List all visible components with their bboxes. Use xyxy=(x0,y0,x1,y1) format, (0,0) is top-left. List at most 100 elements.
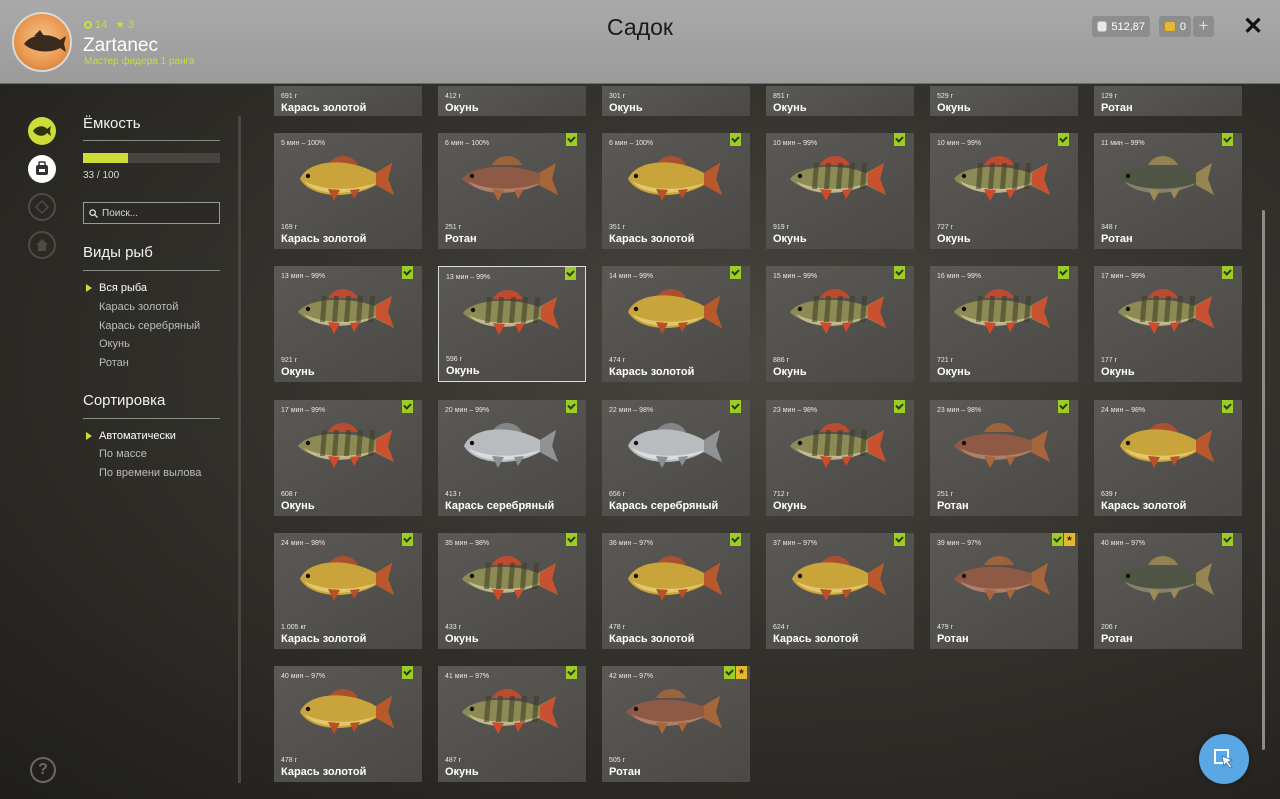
checkmark-icon xyxy=(1058,266,1069,279)
fish-card[interactable]: 39 мин – 97% ★ 479 г Ротан xyxy=(930,533,1078,649)
fish-card[interactable]: 37 мин – 97% 624 г Карась золотой xyxy=(766,533,914,649)
fish-image xyxy=(1118,556,1214,601)
fish-weight: 479 г xyxy=(937,624,954,631)
fish-name: Окунь xyxy=(445,102,479,114)
fish-name: Ротан xyxy=(937,633,969,645)
species-filter-golden-carp[interactable]: Карась золотой xyxy=(99,301,178,313)
gold-coin-icon xyxy=(1164,21,1176,32)
checkmark-icon xyxy=(1058,400,1069,413)
checkmark-icon xyxy=(402,400,413,413)
fish-card[interactable]: 17 мин – 99% 177 г Окунь xyxy=(1094,266,1242,382)
fish-weight: 487 г xyxy=(445,757,462,764)
fish-card[interactable]: 691 г Карась золотой xyxy=(274,86,422,116)
fish-catch-time: 6 мин – 100% xyxy=(445,140,490,147)
fish-card[interactable]: 6 мин – 100% 251 г Ротан xyxy=(438,133,586,249)
fish-weight: 301 г xyxy=(609,93,626,100)
fish-card[interactable]: 10 мин – 99% 919 г Окунь xyxy=(766,133,914,249)
fish-card[interactable]: 22 мин – 98% 656 г Карась серебряный xyxy=(602,400,750,516)
divider xyxy=(83,140,220,141)
fish-card[interactable]: 24 мин – 98% 639 г Карась золотой xyxy=(1094,400,1242,516)
fish-card[interactable]: 36 мин – 97% 478 г Карась золотой xyxy=(602,533,750,649)
fish-card[interactable]: 20 мин – 99% 413 г Карась серебряный xyxy=(438,400,586,516)
tackle-icon xyxy=(28,193,56,221)
fish-image xyxy=(1120,423,1214,468)
help-button[interactable]: ? xyxy=(30,757,56,783)
fish-card[interactable]: 10 мин – 99% 727 г Окунь xyxy=(930,133,1078,249)
fish-weight: 886 г xyxy=(773,357,790,364)
checkmark-icon xyxy=(1222,133,1233,146)
fish-card[interactable]: 11 мин – 99% 348 г Ротан xyxy=(1094,133,1242,249)
gold-value: 0 xyxy=(1179,20,1186,33)
fish-name: Окунь xyxy=(1101,366,1135,378)
page-title: Садок xyxy=(607,14,673,40)
species-filter-all[interactable]: Вся рыба xyxy=(99,282,147,294)
close-button[interactable]: ✕ xyxy=(1242,14,1264,40)
keepnet-fish-icon[interactable] xyxy=(28,117,56,145)
fish-catch-time: 40 мин – 97% xyxy=(1101,540,1146,547)
fish-catch-time: 14 мин – 99% xyxy=(609,273,654,280)
fish-card[interactable]: 14 мин – 99% 474 г Карась золотой xyxy=(602,266,750,382)
species-filter-perch[interactable]: Окунь xyxy=(99,338,130,350)
silver-coin-icon xyxy=(1097,21,1108,32)
fish-card[interactable]: 24 мин – 98% 1.005 кг Карась золотой xyxy=(274,533,422,649)
fish-name: Карась золотой xyxy=(609,233,695,245)
fish-image xyxy=(1118,289,1214,334)
fish-card[interactable]: 15 мин – 99% 886 г Окунь xyxy=(766,266,914,382)
fish-card[interactable]: 129 г Ротан xyxy=(1094,86,1242,116)
fish-weight: 921 г xyxy=(281,357,298,364)
sort-by-weight[interactable]: По массе xyxy=(99,448,147,460)
fish-catch-time: 11 мин – 99% xyxy=(1101,140,1145,147)
fish-card[interactable]: 301 г Окунь xyxy=(602,86,750,116)
scrollbar[interactable] xyxy=(1262,210,1265,750)
fish-catch-time: 13 мин – 99% xyxy=(446,274,491,281)
fish-card[interactable]: 16 мин – 99% 721 г Окунь xyxy=(930,266,1078,382)
fish-card[interactable]: 41 мин – 97% 487 г Окунь xyxy=(438,666,586,782)
fish-card[interactable]: 23 мин – 98% 712 г Окунь xyxy=(766,400,914,516)
species-filter-rotan[interactable]: Ротан xyxy=(99,357,129,369)
fish-image xyxy=(954,156,1050,201)
fish-card[interactable]: 42 мин – 97% ★ 505 г Ротан xyxy=(602,666,750,782)
fish-image xyxy=(790,289,886,334)
fish-card[interactable]: 35 мин – 98% 433 г Окунь xyxy=(438,533,586,649)
inventory-icon[interactable] xyxy=(28,155,56,183)
fish-card[interactable]: 5 мин – 100% 169 г Карась золотой xyxy=(274,133,422,249)
fish-image xyxy=(462,556,558,601)
fish-name: Карась золотой xyxy=(609,366,695,378)
search-input[interactable] xyxy=(102,207,212,219)
fish-image xyxy=(954,556,1050,601)
fish-catch-time: 36 мин – 97% xyxy=(609,540,654,547)
silver-value: 512,87 xyxy=(1111,20,1145,33)
checkmark-icon xyxy=(730,266,741,279)
fish-card[interactable]: 6 мин – 100% 351 г Карась золотой xyxy=(602,133,750,249)
checkmark-icon xyxy=(730,400,741,413)
fish-card[interactable]: 13 мин – 99% 596 г Окунь xyxy=(438,266,586,382)
fish-name: Ротан xyxy=(1101,102,1133,114)
add-currency-button[interactable]: + xyxy=(1193,16,1214,37)
checkmark-icon xyxy=(894,400,905,413)
fish-image xyxy=(628,156,722,201)
fish-card[interactable]: 40 мин – 97% 478 г Карась золотой xyxy=(274,666,422,782)
sort-auto[interactable]: Автоматически xyxy=(99,430,176,442)
fish-catch-time: 17 мин – 99% xyxy=(281,407,326,414)
fish-name: Карась золотой xyxy=(281,233,367,245)
cursor-mode-button[interactable] xyxy=(1199,734,1249,784)
search-box[interactable] xyxy=(83,202,220,224)
fish-card[interactable]: 40 мин – 97% 206 г Ротан xyxy=(1094,533,1242,649)
species-title: Виды рыб xyxy=(83,244,153,261)
fish-name: Окунь xyxy=(773,500,807,512)
fish-card[interactable]: 23 мин – 98% 251 г Ротан xyxy=(930,400,1078,516)
fish-image xyxy=(626,689,722,734)
fish-card[interactable]: 851 г Окунь xyxy=(766,86,914,116)
fish-card[interactable]: 17 мин – 99% 608 г Окунь xyxy=(274,400,422,516)
fish-name: Карась серебряный xyxy=(445,500,555,512)
fish-weight: 351 г xyxy=(609,224,626,231)
species-filter-silver-carp[interactable]: Карась серебряный xyxy=(99,320,200,332)
checkmark-icon xyxy=(1222,266,1233,279)
fish-card[interactable]: 13 мин – 99% 921 г Окунь xyxy=(274,266,422,382)
cursor-icon xyxy=(1214,749,1233,769)
fish-card[interactable]: 412 г Окунь xyxy=(438,86,586,116)
sort-by-time[interactable]: По времени вылова xyxy=(99,467,201,479)
fish-weight: 529 г xyxy=(937,93,954,100)
fish-card[interactable]: 529 г Окунь xyxy=(930,86,1078,116)
fish-image xyxy=(954,423,1050,468)
